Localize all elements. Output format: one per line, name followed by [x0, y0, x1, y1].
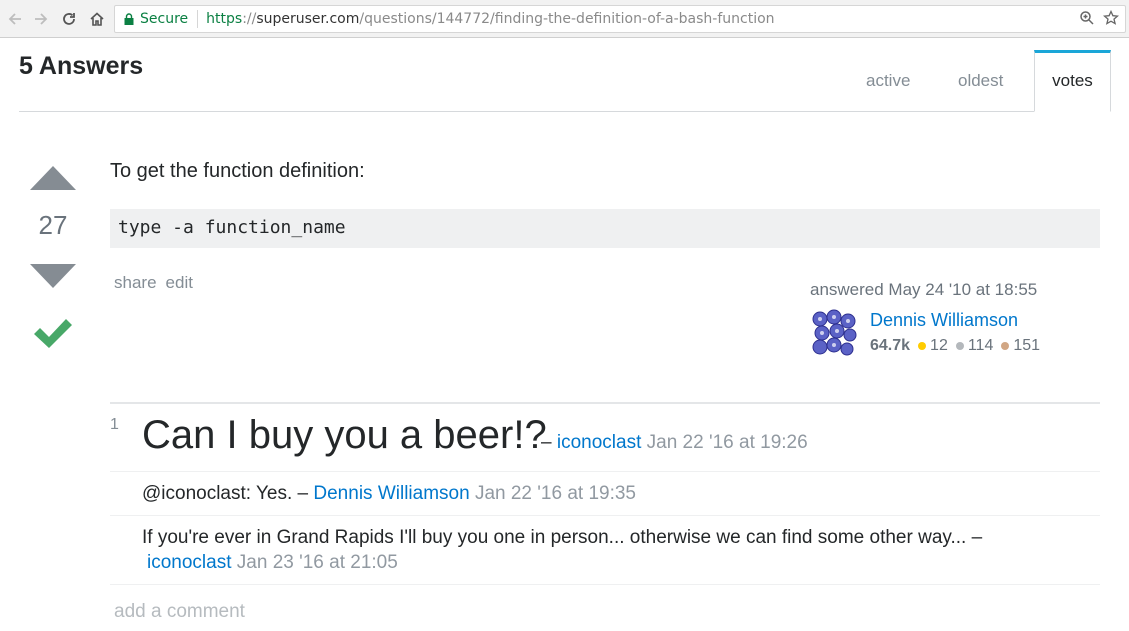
back-icon[interactable] [4, 8, 26, 30]
lock-icon [124, 13, 134, 25]
accepted-checkmark-icon [32, 315, 74, 355]
user-reputation: 64.7k 12 114 151 [870, 337, 1048, 355]
comment-dash: – [966, 527, 983, 548]
answer-text: To get the function definition: [110, 160, 365, 182]
bronze-badge-icon [1001, 342, 1010, 350]
url-scheme: https [206, 11, 243, 27]
comment-meta: – iconoclast Jan 22 '16 at 19:26 [541, 432, 808, 454]
gold-badge-count: 12 [930, 337, 948, 354]
comment-dash: – [541, 432, 557, 453]
upvote-arrow-icon[interactable] [30, 166, 76, 194]
reputation-score: 64.7k [870, 337, 911, 354]
comment-dash: – [292, 483, 314, 504]
comment-text: @iconoclast: Yes. [142, 483, 293, 504]
comment-text: Can I buy you a beer!? [142, 413, 547, 457]
omnibox-separator [197, 10, 199, 28]
silver-badge-icon [955, 342, 964, 350]
comment: If you're ever in Grand Rapids I'll buy … [142, 527, 982, 549]
reload-icon[interactable] [58, 8, 80, 30]
post-menu: share edit [114, 273, 202, 293]
user-signature: answered May 24 '10 at 18:55 Dennis Will… [810, 280, 1040, 357]
comment-separator [110, 584, 1100, 585]
browser-toolbar: Secure https://superuser.com/questions/1… [0, 0, 1129, 38]
zoom-icon[interactable] [1079, 10, 1095, 30]
code-block: type -a function_name [110, 209, 1100, 248]
silver-badge-count: 114 [967, 337, 994, 354]
comments-divider [110, 402, 1100, 404]
comment-text: If you're ever in Grand Rapids I'll buy … [142, 527, 967, 548]
downvote-arrow-icon[interactable] [30, 264, 76, 292]
tabs-divider [19, 111, 1110, 112]
home-icon[interactable] [86, 8, 108, 30]
secure-label: Secure [140, 11, 189, 27]
address-bar[interactable]: Secure https://superuser.com/questions/1… [114, 5, 1126, 33]
comment-date[interactable]: Jan 22 '16 at 19:26 [647, 432, 808, 453]
add-comment-link[interactable]: add a comment [114, 601, 245, 623]
url-host: superuser.com [256, 11, 360, 27]
comment-user-link[interactable]: iconoclast [147, 552, 232, 573]
comment-user-link[interactable]: Dennis Williamson [313, 483, 469, 504]
forward-icon[interactable] [30, 8, 52, 30]
tab-active[interactable]: active [866, 71, 910, 91]
edit-link[interactable]: edit [166, 273, 193, 292]
url-scheme-separator: :// [242, 11, 257, 27]
comment-user-link[interactable]: iconoclast [557, 432, 642, 453]
user-name-link[interactable]: Dennis Williamson [870, 310, 1018, 331]
gold-badge-icon [918, 342, 927, 350]
bronze-badge-count: 151 [1013, 337, 1041, 354]
answered-timestamp: answered May 24 '10 at 18:55 [810, 280, 1038, 299]
comment: @iconoclast: Yes. – Dennis Williamson Ja… [142, 483, 636, 505]
vote-count: 27 [38, 210, 68, 240]
comment-separator [110, 471, 1100, 472]
comment-meta: iconoclast Jan 23 '16 at 21:05 [147, 552, 398, 574]
bookmark-star-icon[interactable] [1102, 9, 1120, 30]
avatar[interactable] [810, 309, 858, 357]
answers-count-heading: 5 Answers [19, 52, 144, 80]
share-link[interactable]: share [114, 273, 157, 292]
tab-oldest[interactable]: oldest [958, 71, 1003, 91]
comment-date[interactable]: Jan 23 '16 at 21:05 [237, 552, 398, 573]
comment-separator [110, 515, 1100, 516]
comment-date[interactable]: Jan 22 '16 at 19:35 [475, 483, 636, 504]
tab-votes[interactable]: votes [1034, 50, 1111, 112]
comment-score: 1 [110, 416, 119, 433]
url-path: /questions/144772/finding-the-definition… [359, 11, 775, 27]
